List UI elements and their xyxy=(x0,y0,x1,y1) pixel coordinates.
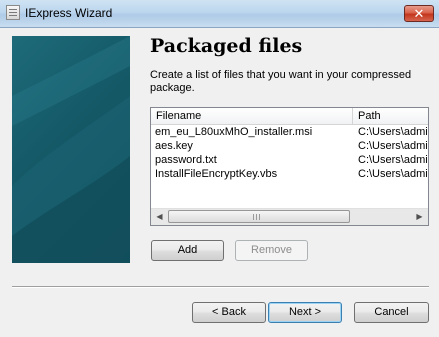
page-instructions: Create a list of files that you want in … xyxy=(150,69,412,94)
wizard-banner-image xyxy=(12,36,130,263)
list-item-path: C:\Users\admi xyxy=(358,154,428,166)
column-header-path[interactable]: Path xyxy=(353,108,428,124)
horizontal-scrollbar[interactable]: ◀ ▶ xyxy=(151,208,428,225)
footer-divider xyxy=(12,286,429,288)
column-header-filename[interactable]: Filename xyxy=(151,108,353,124)
list-item[interactable]: em_eu_L80uxMhO_installer.msi C:\Users\ad… xyxy=(151,125,428,139)
list-item[interactable]: InstallFileEncryptKey.vbs C:\Users\admi xyxy=(151,167,428,181)
list-item[interactable]: aes.key C:\Users\admi xyxy=(151,139,428,153)
scrollbar-grip-icon xyxy=(253,214,261,220)
list-item-filename: password.txt xyxy=(155,154,217,166)
list-item-path: C:\Users\admi xyxy=(358,140,428,152)
packaged-files-list[interactable]: Filename Path em_eu_L80uxMhO_installer.m… xyxy=(150,107,429,226)
scrollbar-thumb[interactable] xyxy=(168,210,350,223)
list-rows: em_eu_L80uxMhO_installer.msi C:\Users\ad… xyxy=(151,125,428,181)
scroll-left-arrow-icon[interactable]: ◀ xyxy=(151,209,168,225)
list-item-filename: aes.key xyxy=(155,140,193,152)
app-icon xyxy=(6,5,20,20)
iexpress-wizard-window: IExpress Wizard ✕ Packaged files Create … xyxy=(0,0,439,337)
scroll-right-arrow-icon[interactable]: ▶ xyxy=(411,209,428,225)
close-button[interactable]: ✕ xyxy=(404,5,434,22)
page-heading: Packaged files xyxy=(150,35,303,57)
list-item-filename: InstallFileEncryptKey.vbs xyxy=(155,168,278,180)
window-title: IExpress Wizard xyxy=(25,6,113,20)
list-item-path: C:\Users\admi xyxy=(358,126,428,138)
cancel-button[interactable]: Cancel xyxy=(354,302,429,323)
title-bar[interactable]: IExpress Wizard ✕ xyxy=(0,0,439,28)
list-item-filename: em_eu_L80uxMhO_installer.msi xyxy=(155,126,313,138)
next-button[interactable]: Next > xyxy=(268,302,342,323)
banner-decoration xyxy=(12,36,130,263)
list-item[interactable]: password.txt C:\Users\admi xyxy=(151,153,428,167)
remove-button[interactable]: Remove xyxy=(235,240,308,261)
list-header: Filename Path xyxy=(151,108,428,125)
list-item-path: C:\Users\admi xyxy=(358,168,428,180)
add-button[interactable]: Add xyxy=(151,240,224,261)
back-button[interactable]: < Back xyxy=(192,302,266,323)
